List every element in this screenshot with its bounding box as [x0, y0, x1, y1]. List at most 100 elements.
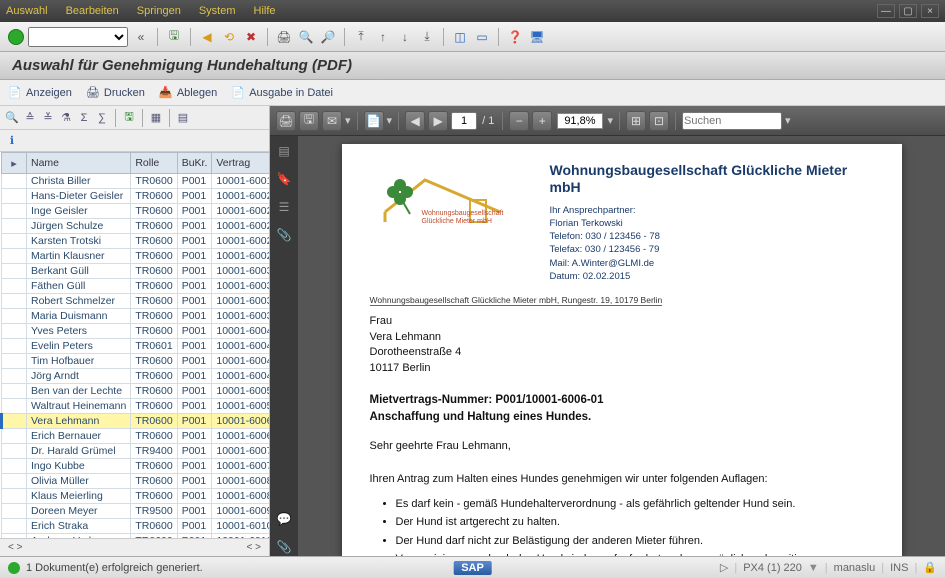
pdf-layers-icon[interactable]: ☰	[275, 198, 293, 216]
nav-back-icon[interactable]: «	[132, 28, 150, 46]
status-nav[interactable]: ▷	[720, 561, 728, 574]
sortasc-icon[interactable]: ≙	[22, 110, 38, 126]
table-row[interactable]: Inge GeislerTR0600P00110001-6002-01	[2, 204, 270, 219]
table-row[interactable]: Evelin PetersTR0601P00110001-6004-01	[2, 339, 270, 354]
table-row[interactable]: Christa BillerTR0600P00110001-6001-01	[2, 174, 270, 189]
table-row[interactable]: Erich StrakaTR0600P00110001-6010-01	[2, 519, 270, 534]
pdf-print-icon[interactable]: 🖨	[276, 111, 296, 131]
firstpage-icon[interactable]: ⤒	[352, 28, 370, 46]
exit-icon[interactable]: ⟲	[220, 28, 238, 46]
help-icon[interactable]: ❓	[506, 28, 524, 46]
cancel-icon[interactable]: ✖	[242, 28, 260, 46]
table-row[interactable]: Jörg ArndtTR0600P00110001-6004-03	[2, 369, 270, 384]
grid-hscroll[interactable]: < >< >	[0, 538, 269, 556]
col-name[interactable]: Name	[27, 153, 131, 174]
find-icon[interactable]: 🔍	[297, 28, 315, 46]
table-row[interactable]: Karsten TrotskiTR0600P00110001-6002-03	[2, 234, 270, 249]
prevpage-icon[interactable]: ↑	[374, 28, 392, 46]
status-ok-icon	[8, 562, 20, 574]
save-icon[interactable]: 🖫	[165, 28, 183, 46]
col-vertrag[interactable]: Vertrag	[212, 153, 269, 174]
table-row[interactable]: Dr. Harald GrümelTR9400P00110001-6007-01	[2, 444, 270, 459]
table-row[interactable]: Maria DuismannTR0600P00110001-6003-03	[2, 309, 270, 324]
expand-icon[interactable]: ▤	[175, 110, 191, 126]
pdf-page-area[interactable]: Wohnungsbaugesellschaft Glückliche Miete…	[298, 136, 945, 556]
pdf-search-field[interactable]	[682, 112, 782, 130]
drucken-button[interactable]: 🖨Drucken	[86, 86, 145, 100]
findnext-icon[interactable]: 🔎	[319, 28, 337, 46]
pdf-clip-icon[interactable]: 📎	[275, 538, 293, 556]
pdf-pageview-icon[interactable]: 📄	[364, 111, 384, 131]
lastpage-icon[interactable]: ⤓	[418, 28, 436, 46]
table-row[interactable]: Erich BernauerTR0600P00110001-6006-02	[2, 429, 270, 444]
detail-icon[interactable]: 🔍	[4, 110, 20, 126]
page-title: Auswahl für Genehmigung Hundehaltung (PD…	[0, 52, 945, 80]
pdf-sidebar: ▤ 🔖 ☰ 📎 💬 📎	[270, 136, 298, 556]
letter-subject: Mietvertrags-Nummer: P001/10001-6006-01 …	[370, 392, 874, 427]
minimize-button[interactable]: —	[877, 4, 895, 18]
table-row[interactable]: Martin KlausnerTR0600P00110001-6002-04	[2, 249, 270, 264]
back-icon[interactable]: ◀	[198, 28, 216, 46]
menu-hilfe[interactable]: Hilfe	[254, 5, 276, 17]
table-row[interactable]: Klaus MeierlingTR0600P00110001-6008-02	[2, 489, 270, 504]
command-field[interactable]	[28, 27, 128, 47]
table-row[interactable]: Olivia MüllerTR0600P00110001-6008-01	[2, 474, 270, 489]
pdf-page-field[interactable]	[451, 112, 477, 130]
col-rolle[interactable]: Rolle	[131, 153, 177, 174]
menu-system[interactable]: System	[199, 5, 236, 17]
pdf-attach-icon[interactable]: 📎	[275, 226, 293, 244]
window-controls: — ▢ ×	[877, 4, 939, 18]
pdf-prev-icon[interactable]: ◀	[405, 111, 425, 131]
sortdesc-icon[interactable]: ≚	[40, 110, 56, 126]
settings-icon[interactable]: 🖥	[528, 28, 546, 46]
ok-icon[interactable]	[8, 29, 24, 45]
col-bukr[interactable]: BuKr.	[177, 153, 212, 174]
newwindow-icon[interactable]: ◫	[451, 28, 469, 46]
pdf-bookmark-icon[interactable]: 🔖	[275, 170, 293, 188]
sum-icon[interactable]: Σ	[76, 110, 92, 126]
anzeigen-button[interactable]: 📄Anzeigen	[8, 86, 72, 100]
filter-icon[interactable]: ⚗	[58, 110, 74, 126]
menu-bar: Auswahl Bearbeiten Springen System Hilfe…	[0, 0, 945, 22]
pdf-save-icon[interactable]: 🖫	[299, 111, 319, 131]
pdf-next-icon[interactable]: ▶	[428, 111, 448, 131]
ablegen-button[interactable]: 📥Ablegen	[159, 86, 217, 100]
table-row[interactable]: Hans-Dieter GeislerTR0600P00110001-6002-…	[2, 189, 270, 204]
table-row[interactable]: Ben van der LechteTR0600P00110001-6005-0…	[2, 384, 270, 399]
table-row[interactable]: Tim HofbauerTR0600P00110001-6004-02	[2, 354, 270, 369]
menu-springen[interactable]: Springen	[137, 5, 181, 17]
table-row[interactable]: Jürgen SchulzeTR0600P00110001-6002-02	[2, 219, 270, 234]
table-row[interactable]: Vera LehmannTR0600P00110001-6006-01	[2, 414, 270, 429]
pdf-mail-icon[interactable]: ✉	[322, 111, 342, 131]
layout-grid-icon[interactable]: ▦	[148, 110, 164, 126]
table-row[interactable]: Doreen MeyerTR9500P00110001-6009-01	[2, 504, 270, 519]
close-button[interactable]: ×	[921, 4, 939, 18]
menu-bearbeiten[interactable]: Bearbeiten	[66, 5, 119, 17]
maximize-button[interactable]: ▢	[899, 4, 917, 18]
print-icon[interactable]: 🖨	[275, 28, 293, 46]
nextpage-icon[interactable]: ↓	[396, 28, 414, 46]
menu-auswahl[interactable]: Auswahl	[6, 5, 48, 17]
table-row[interactable]: Robert SchmelzerTR0600P00110001-6003-02	[2, 294, 270, 309]
pdf-tool1-icon[interactable]: ⊞	[626, 111, 646, 131]
table-row[interactable]: Yves PetersTR0600P00110001-6004-01	[2, 324, 270, 339]
subtotal-icon[interactable]: ∑	[94, 110, 110, 126]
table-row[interactable]: Waltraut HeinemannTR0600P00110001-6005-0…	[2, 399, 270, 414]
layout-icon[interactable]: ▭	[473, 28, 491, 46]
company-name: Wohnungsbaugesellschaft Glückliche Miete…	[550, 162, 874, 196]
pdf-zoom-field[interactable]: 91,8%	[557, 113, 602, 129]
grid-toolbar-2: ℹ	[0, 130, 269, 152]
info-icon[interactable]: ℹ	[4, 133, 20, 149]
pdf-thumb-icon[interactable]: ▤	[275, 142, 293, 160]
ausgabe-button[interactable]: 📄Ausgabe in Datei	[231, 86, 333, 100]
table-row[interactable]: Berkant GüllTR0600P00110001-6003-01	[2, 264, 270, 279]
pdf-zoomin-icon[interactable]: +	[532, 111, 552, 131]
table-row[interactable]: Fäthen GüllTR0600P00110001-6003-01	[2, 279, 270, 294]
pdf-tool2-icon[interactable]: ⊡	[649, 111, 669, 131]
data-grid[interactable]: ▸ Name Rolle BuKr. Vertrag Christa Bille…	[0, 152, 269, 538]
table-row[interactable]: Ingo KubbeTR0600P00110001-6007-02	[2, 459, 270, 474]
pdf-zoomout-icon[interactable]: −	[509, 111, 529, 131]
main-area: 🔍 ≙ ≚ ⚗ Σ ∑ 🖫 ▦ ▤ ℹ ▸ Name Rolle BuKr.	[0, 106, 945, 556]
pdf-comment-icon[interactable]: 💬	[275, 510, 293, 528]
export-icon[interactable]: 🖫	[121, 110, 137, 126]
